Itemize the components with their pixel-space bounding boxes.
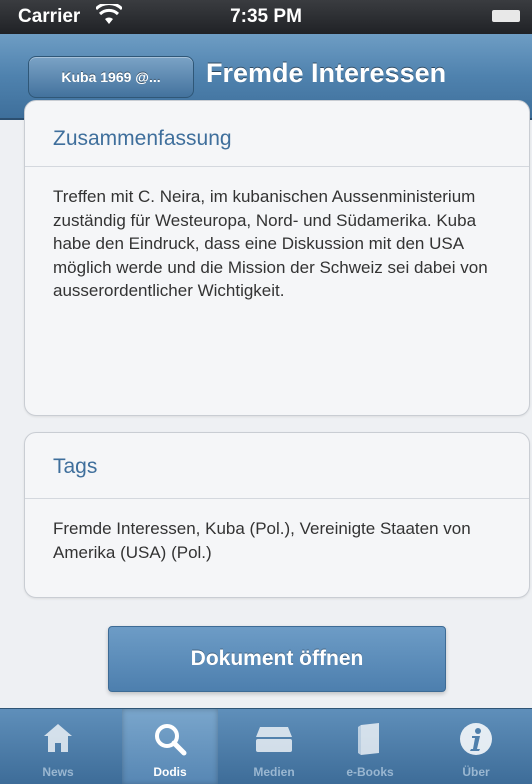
tags-text: Fremde Interessen, Kuba (Pol.), Vereinig… xyxy=(53,519,471,562)
tab-ueber[interactable]: Über xyxy=(428,709,524,784)
search-icon xyxy=(122,721,218,757)
app-screen: Carrier 7:35 PM Kuba 1969 @... Fremde In… xyxy=(0,0,532,784)
tab-ueber-label: Über xyxy=(462,765,490,779)
book-icon xyxy=(322,721,418,757)
tab-dodis-label: Dodis xyxy=(153,765,187,779)
home-icon xyxy=(10,721,106,757)
tab-news-label: News xyxy=(42,765,74,779)
info-icon xyxy=(428,721,524,757)
back-button[interactable]: Kuba 1969 @... xyxy=(28,56,194,98)
tab-news[interactable]: News xyxy=(10,709,106,784)
tags-heading: Tags xyxy=(25,433,529,499)
detail-content[interactable]: Zusammenfassung Treffen mit C. Neira, im… xyxy=(0,100,532,708)
open-document-button[interactable]: Dokument öffnen xyxy=(108,626,446,692)
battery-icon xyxy=(492,10,520,22)
tab-bar: News Dodis Medien e-Books Über xyxy=(0,708,532,784)
summary-card: Zusammenfassung Treffen mit C. Neira, im… xyxy=(24,100,530,416)
tags-card: Tags Fremde Interessen, Kuba (Pol.), Ver… xyxy=(24,432,530,598)
status-time: 7:35 PM xyxy=(230,6,302,27)
page-title: Fremde Interessen xyxy=(206,58,447,88)
tab-medien[interactable]: Medien xyxy=(226,709,322,784)
media-box-icon xyxy=(226,721,322,757)
tab-ebooks-label: e-Books xyxy=(346,765,394,779)
tab-dodis[interactable]: Dodis xyxy=(122,709,218,784)
summary-text: Treffen mit C. Neira, im kubanischen Aus… xyxy=(53,187,488,300)
tab-medien-label: Medien xyxy=(253,765,295,779)
summary-heading: Zusammenfassung xyxy=(25,101,529,167)
tab-ebooks[interactable]: e-Books xyxy=(322,709,418,784)
status-bar: Carrier 7:35 PM xyxy=(0,0,532,34)
